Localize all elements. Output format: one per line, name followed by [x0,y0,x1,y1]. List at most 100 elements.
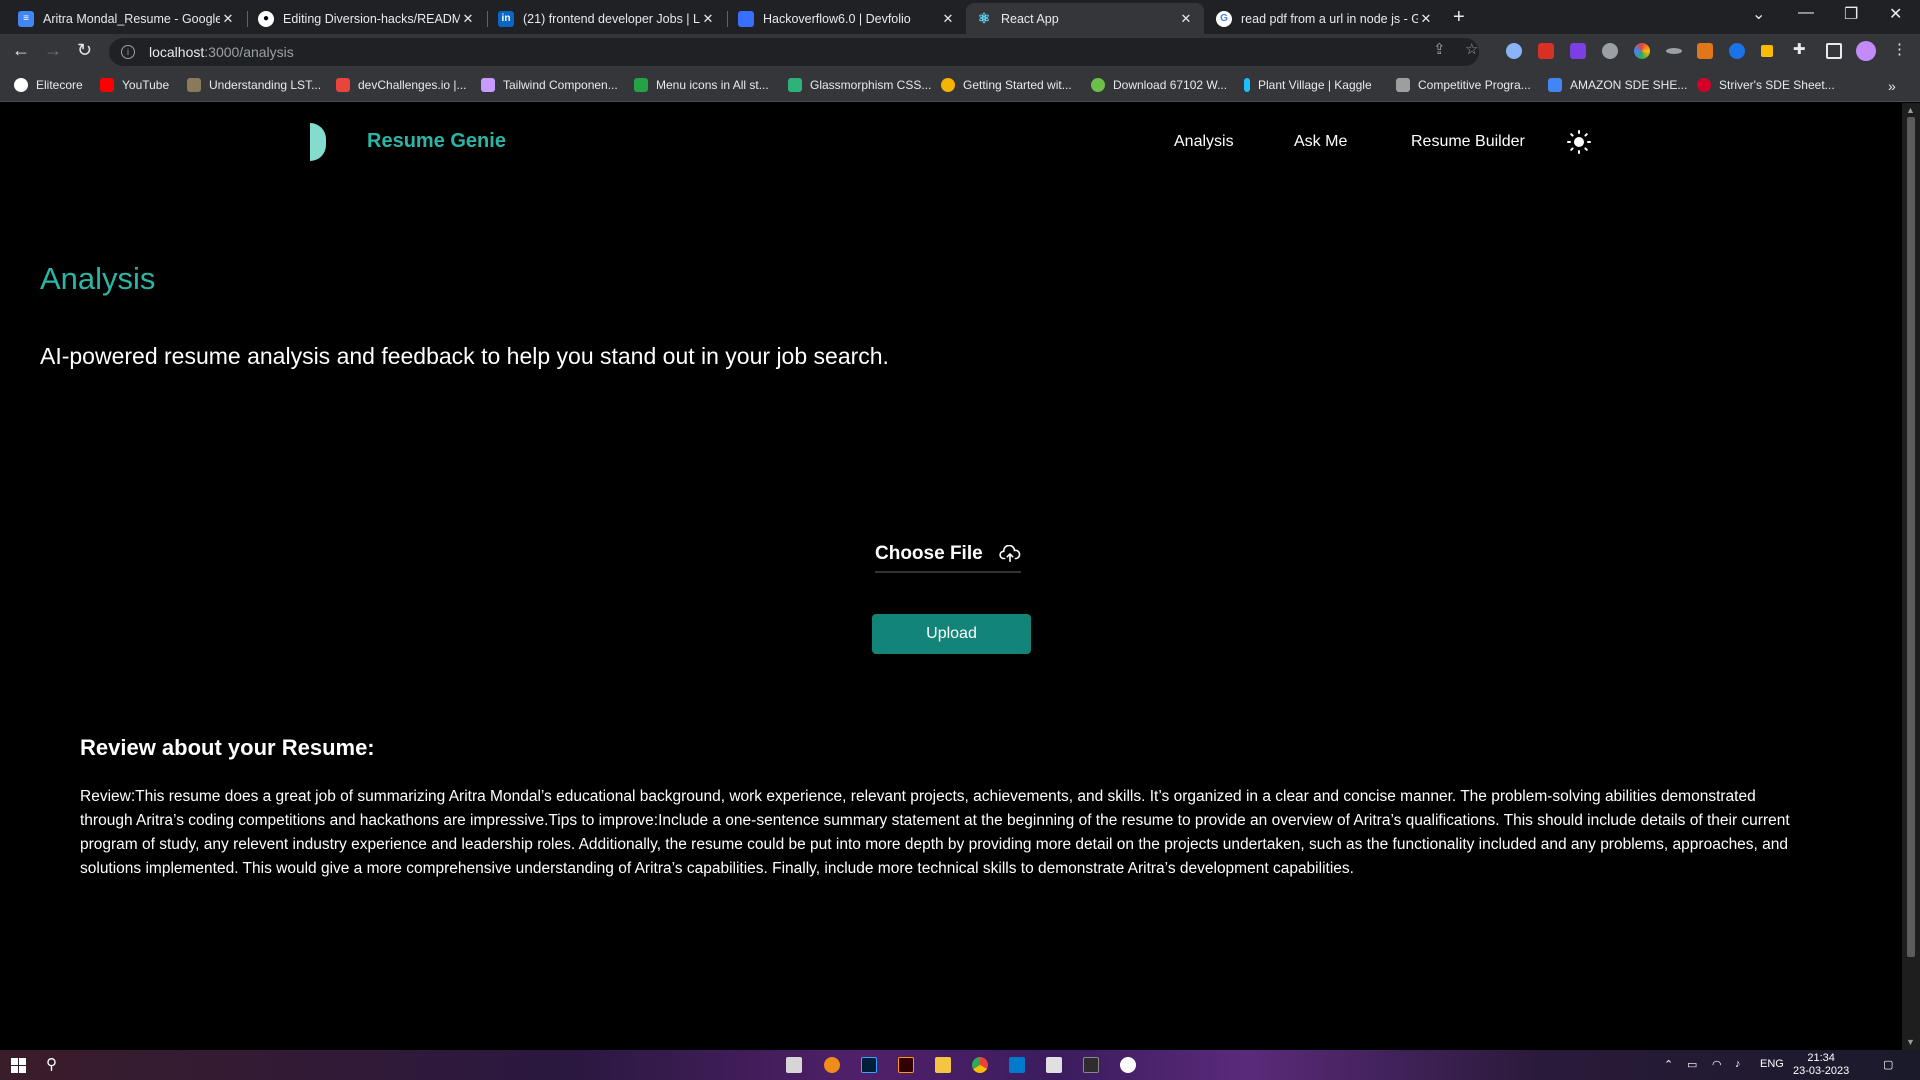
page-subtitle: AI-powered resume analysis and feedback … [40,343,889,369]
browser-tab[interactable]: G read pdf from a url in node js - G ✕ [1206,3,1444,34]
extension-icon[interactable] [1761,45,1773,57]
file-explorer-icon[interactable] [935,1057,951,1073]
bookmark-item[interactable]: Getting Started wit... [941,78,1072,92]
bookmark-label: Getting Started wit... [963,78,1072,92]
bookmark-item[interactable]: YouTube [100,78,169,92]
reload-icon[interactable]: ↻ [77,40,92,61]
search-icon[interactable]: ⚲ [46,1055,57,1073]
bookmark-item[interactable]: devChallenges.io |... [336,78,467,92]
scroll-up-icon[interactable]: ▲ [1906,105,1915,115]
tab-title: Hackoverflow6.0 | Devfolio [763,11,911,26]
browser-tab-active[interactable]: ⚛ React App ✕ [966,3,1204,34]
restore-icon[interactable]: ❐ [1844,4,1858,24]
side-panel-icon[interactable] [1826,43,1842,59]
taskbar-app-icon[interactable] [1120,1057,1136,1073]
github-icon: ● [258,10,274,27]
taskbar-app-icon[interactable] [786,1057,802,1073]
bookmark-label: Glassmorphism CSS... [810,78,932,92]
extension-icon[interactable] [1538,43,1554,59]
blender-icon[interactable] [824,1057,840,1073]
browser-tab[interactable]: ● Editing Diversion-hacks/README ✕ [248,3,486,34]
theme-toggle-sun-icon[interactable] [1567,130,1591,154]
notifications-icon[interactable]: ▢ [1883,1058,1893,1071]
info-icon[interactable]: i [121,45,135,59]
logo[interactable] [310,123,326,161]
bookmark-label: Tailwind Componen... [503,78,618,92]
terminal-icon[interactable] [1083,1057,1099,1073]
profile-avatar[interactable] [1856,41,1876,61]
bookmark-item[interactable]: AMAZON SDE SHE... [1548,78,1687,92]
language-indicator[interactable]: ENG [1760,1058,1784,1070]
extension-icon[interactable] [1666,48,1682,54]
bookmark-label: Striver's SDE Sheet... [1719,78,1835,92]
close-icon[interactable]: ✕ [460,11,476,27]
bookmark-item[interactable]: Elitecore [14,78,83,92]
bookmark-item[interactable]: Plant Village | Kaggle [1244,78,1372,92]
extension-icon[interactable] [1634,43,1650,59]
extension-icon[interactable] [1570,43,1586,59]
illustrator-icon[interactable] [898,1057,914,1073]
browser-tab[interactable]: Hackoverflow6.0 | Devfolio ✕ [728,3,966,34]
windows-start-icon[interactable] [11,1058,26,1073]
bookmark-label: Download 67102 W... [1113,78,1228,92]
bookmarks-overflow-icon[interactable]: » [1888,78,1896,94]
chrome-icon[interactable] [972,1057,988,1073]
bookmark-favicon [941,78,955,92]
react-icon: ⚛ [977,10,991,26]
forward-icon[interactable]: → [44,40,62,61]
battery-icon[interactable]: ▭ [1687,1058,1697,1071]
scrollbar-thumb[interactable] [1907,117,1915,957]
browser-tab[interactable]: ≡ Aritra Mondal_Resume - Google ✕ [8,3,246,34]
close-icon[interactable]: ✕ [220,11,236,27]
notepad-icon[interactable] [1046,1057,1062,1073]
wifi-icon[interactable]: ◠ [1712,1058,1722,1071]
clock-date: 23-03-2023 [1793,1065,1850,1077]
close-icon[interactable]: ✕ [700,11,716,27]
bookmark-favicon [788,78,802,92]
browser-tab[interactable]: in (21) frontend developer Jobs | Li ✕ [488,3,726,34]
bookmark-item[interactable]: Competitive Progra... [1396,78,1531,92]
bookmark-item[interactable]: Tailwind Componen... [481,78,618,92]
close-icon[interactable]: ✕ [1418,11,1434,27]
extension-icon[interactable] [1506,43,1522,59]
tab-title: read pdf from a url in node js - G [1241,11,1418,26]
close-icon[interactable]: ✕ [1178,11,1194,27]
extension-icon[interactable] [1729,43,1745,59]
bookmark-item[interactable]: Striver's SDE Sheet... [1697,78,1835,92]
address-bar[interactable]: i localhost:3000/analysis [109,38,1479,66]
bookmark-label: Plant Village | Kaggle [1258,78,1372,92]
extensions-puzzle-icon[interactable]: ✚ [1793,40,1809,58]
bookmark-item[interactable]: Download 67102 W... [1091,78,1227,92]
nav-ask-me[interactable]: Ask Me [1294,133,1347,151]
vscode-icon[interactable] [1009,1057,1025,1073]
bookmark-item[interactable]: Understanding LST... [187,78,321,92]
scroll-down-icon[interactable]: ▼ [1906,1037,1915,1047]
bookmark-favicon [187,78,201,92]
bookmark-star-icon[interactable]: ☆ [1465,40,1478,58]
nav-resume-builder[interactable]: Resume Builder [1411,133,1525,151]
page-scrollbar[interactable]: ▲ ▼ [1902,103,1920,1050]
bookmark-item[interactable]: Menu icons in All st... [634,78,769,92]
minimize-icon[interactable]: — [1798,4,1814,22]
photoshop-icon[interactable] [861,1057,877,1073]
extension-icon[interactable] [1602,43,1618,59]
back-icon[interactable]: ← [12,40,30,61]
menu-dots-icon[interactable]: ⋮ [1892,40,1908,58]
upload-button[interactable]: Upload [872,614,1031,654]
nav-analysis[interactable]: Analysis [1174,133,1234,151]
volume-icon[interactable]: ♪ [1735,1058,1741,1070]
brand-name[interactable]: Resume Genie [367,130,506,153]
close-icon[interactable]: ✕ [940,11,956,27]
bookmarks-bar: Elitecore YouTube Understanding LST... d… [0,70,1920,102]
metamask-icon[interactable] [1697,43,1713,59]
taskbar-clock[interactable]: 21:34 23-03-2023 [1793,1052,1849,1078]
window-close-icon[interactable]: ✕ [1889,4,1902,24]
tab-search-icon[interactable]: ⌄ [1752,4,1765,24]
new-tab-icon[interactable]: + [1453,6,1465,29]
bookmark-label: Elitecore [36,78,83,92]
bookmark-item[interactable]: Glassmorphism CSS... [788,78,931,92]
share-icon[interactable]: ⇪ [1433,40,1446,58]
tray-chevron-icon[interactable]: ⌃ [1664,1058,1673,1071]
choose-file-button[interactable]: Choose File [875,543,1021,573]
windows-taskbar: ⚲ ⌃ ▭ ◠ ♪ ENG 21:34 23-03-2023 ▢ [0,1050,1920,1080]
